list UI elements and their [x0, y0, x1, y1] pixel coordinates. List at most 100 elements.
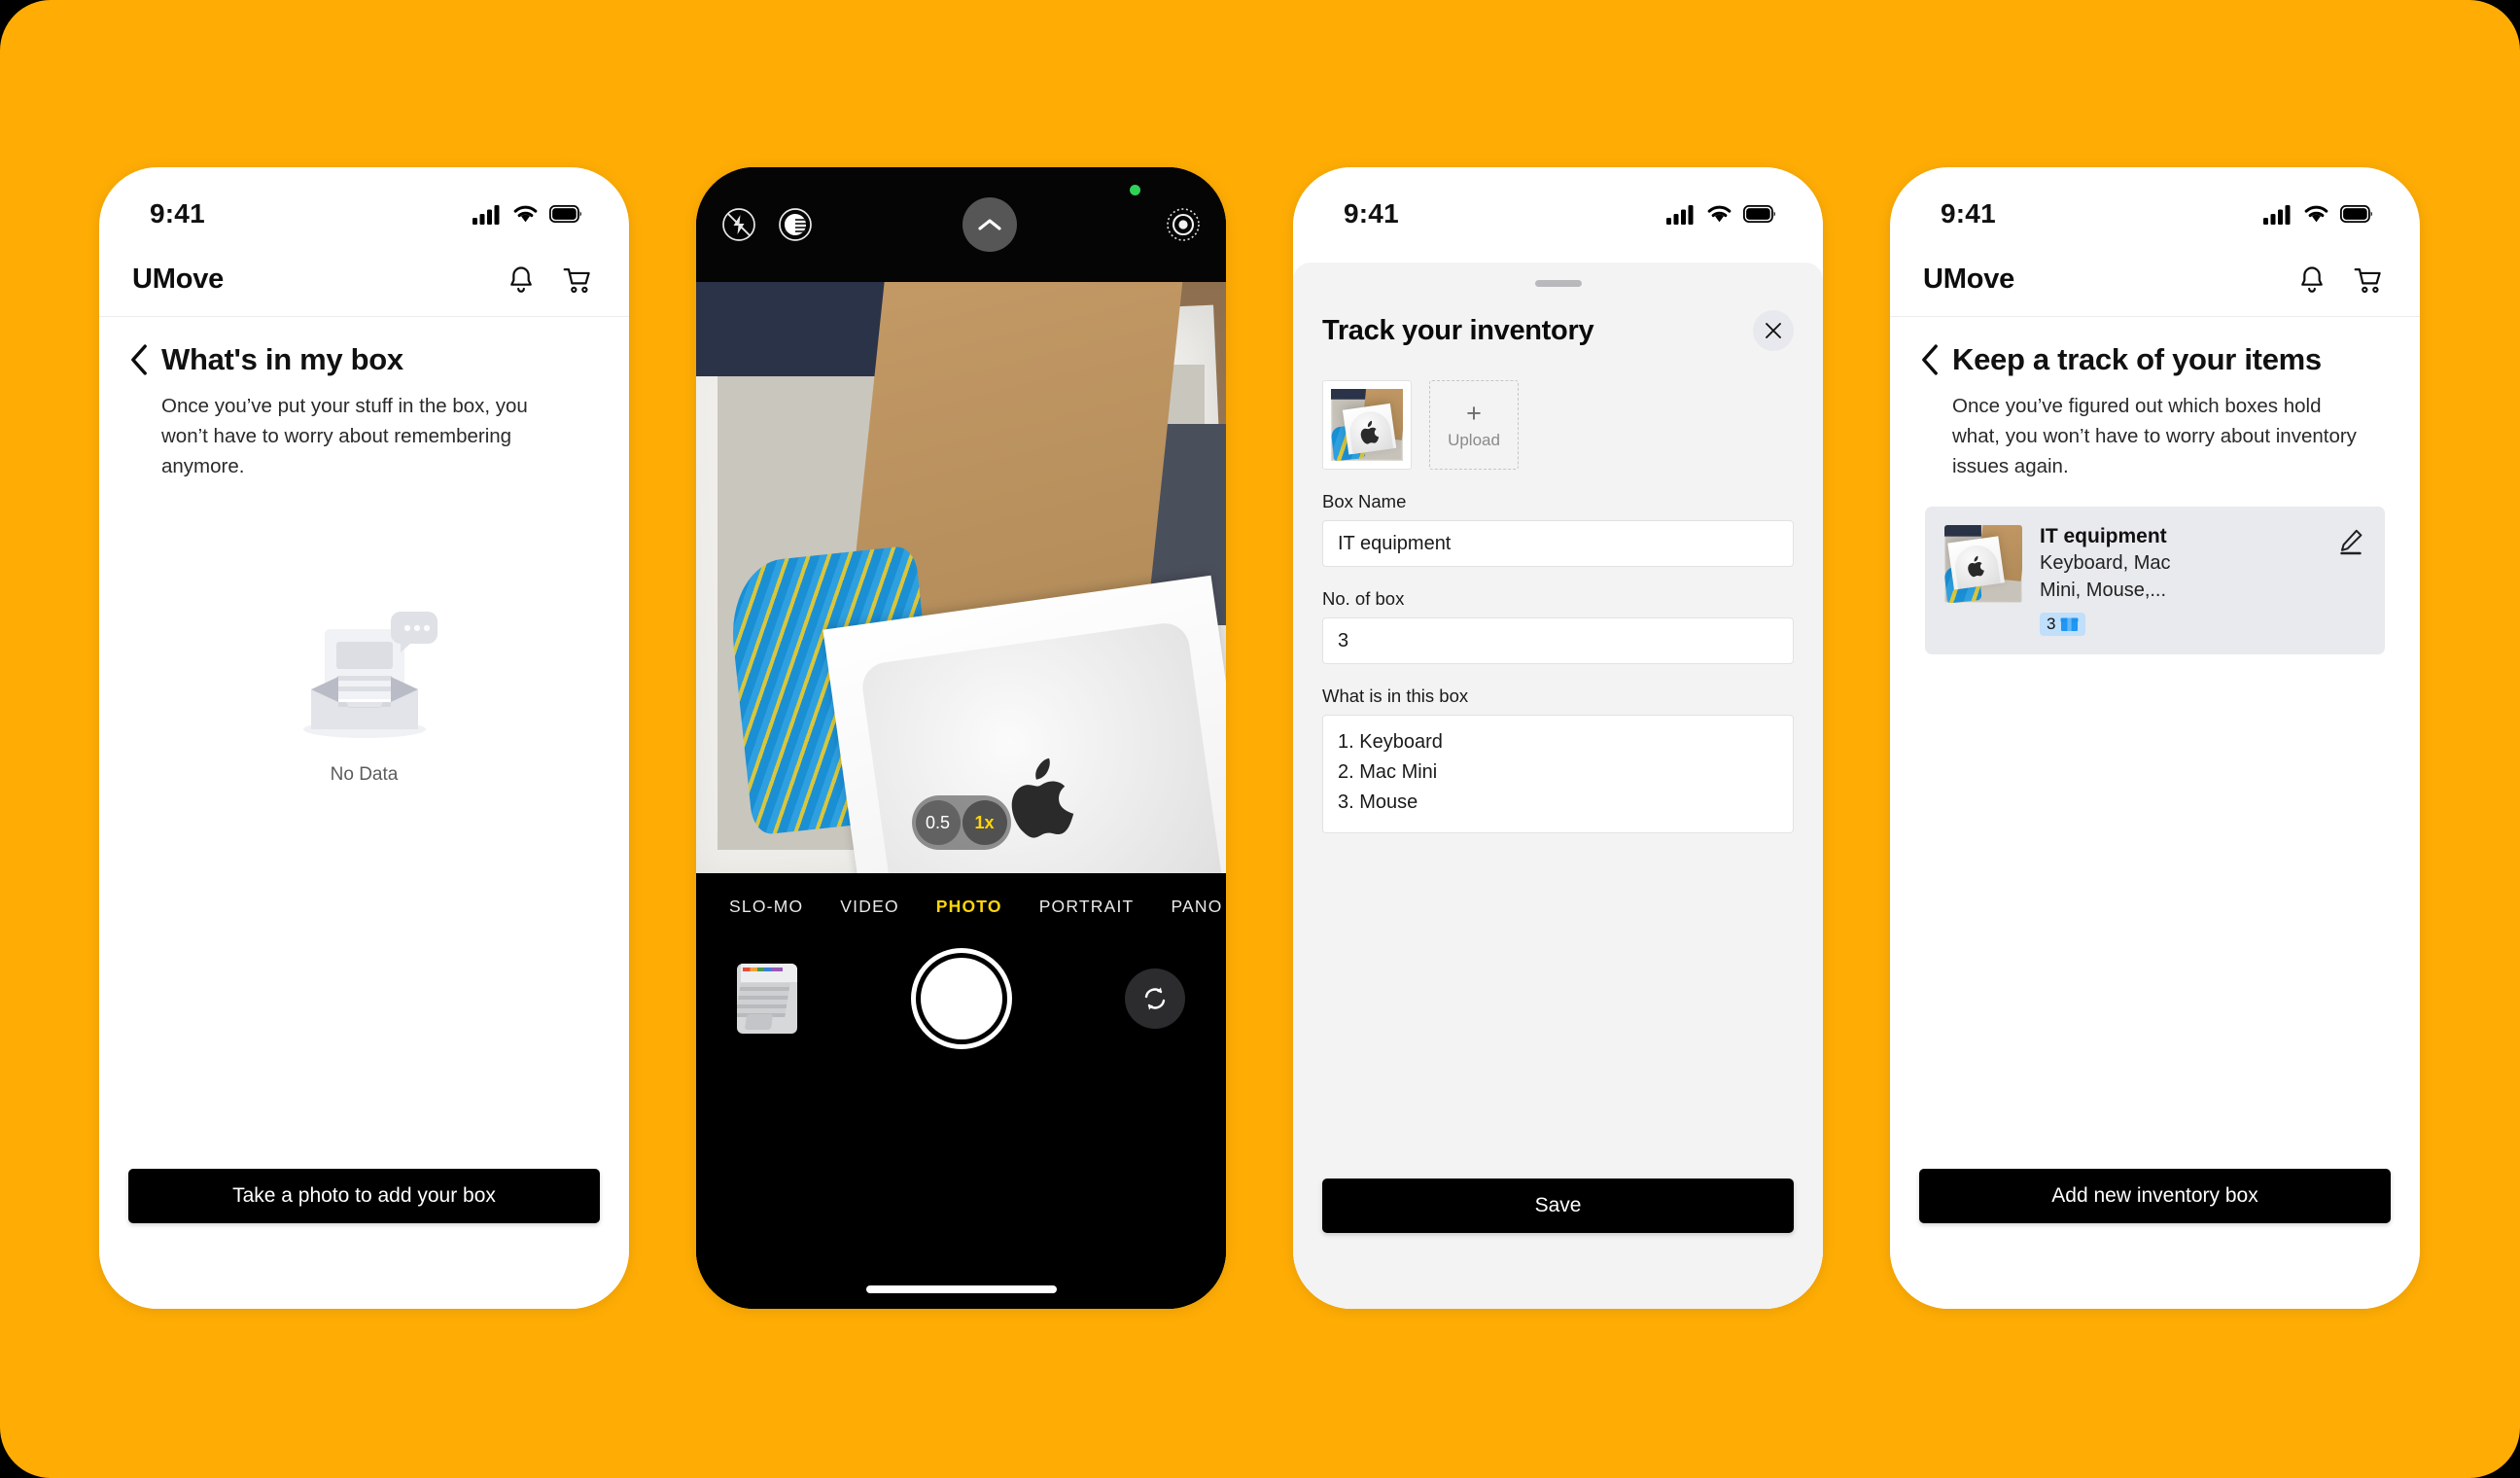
app-brand-umove: UMove [1923, 264, 2015, 295]
page-title: What's in my box [161, 342, 403, 376]
signal-bars-icon [472, 204, 500, 225]
page-subtitle: Once you’ve figured out which boxes hold… [1952, 395, 2357, 478]
status-bar-time: 9:41 [150, 198, 205, 229]
camera-mode-pano[interactable]: PANO [1171, 897, 1222, 917]
chevron-up-icon[interactable] [962, 197, 1017, 252]
bell-icon[interactable] [505, 264, 538, 297]
page-title: Keep a track of your items [1952, 342, 2322, 376]
status-bar-icons [472, 204, 582, 225]
no-of-box-label: No. of box [1322, 588, 1405, 609]
wifi-icon [1707, 205, 1732, 223]
zoom-level-control[interactable]: 0.5 1x [911, 795, 1011, 850]
box-name-field-group: Box Name [1322, 491, 1794, 567]
page-title-row: What's in my box [128, 342, 594, 377]
battery-full-icon [1743, 205, 1775, 223]
phone-screen-inventory-list: 9:41 UMove Keep a track of your items On… [1890, 167, 2420, 1309]
empty-state-label: No Data [330, 764, 399, 785]
live-photo-icon[interactable] [1162, 203, 1205, 246]
status-bar-time: 9:41 [1941, 198, 1996, 229]
badge-count: 3 [2047, 614, 2056, 633]
save-button[interactable]: Save [1322, 1179, 1794, 1233]
box-icon [2060, 617, 2079, 631]
apple-logo-icon [1360, 420, 1380, 444]
phone-screen-track-inventory: 9:41 Track your inventory + Upload Box N… [1293, 167, 1823, 1309]
page-subtitle: Once you’ve put your stuff in the box, y… [161, 395, 528, 478]
home-indicator [865, 1285, 1057, 1293]
apple-logo-icon [1967, 556, 1984, 578]
flash-off-icon[interactable] [718, 203, 760, 246]
box-contents-textarea[interactable]: 1. Keyboard 2. Mac Mini 3. Mouse [1322, 715, 1794, 833]
shopping-cart-icon[interactable] [561, 264, 594, 297]
chevron-left-icon[interactable] [1919, 343, 1941, 376]
battery-full-icon [2340, 205, 2372, 223]
no-of-box-field-group: No. of box [1322, 588, 1794, 664]
status-bar: 9:41 [1293, 167, 1823, 243]
list-item[interactable]: IT equipment Keyboard, Mac Mini, Mouse,.… [1925, 507, 2385, 654]
status-badge: 3 [2040, 612, 2086, 636]
box-name-input[interactable] [1322, 520, 1794, 567]
camera-flip-icon[interactable] [1125, 968, 1185, 1029]
sheet-grab-handle[interactable] [1534, 280, 1582, 287]
camera-mode-strip[interactable]: PSE SLO-MO VIDEO PHOTO PORTRAIT PANO [696, 873, 1226, 917]
shutter-button[interactable] [910, 948, 1012, 1049]
take-photo-button[interactable]: Take a photo to add your box [128, 1169, 600, 1223]
status-bar-icons [1666, 204, 1776, 225]
shopping-cart-icon[interactable] [2352, 264, 2385, 297]
box-contents-field-group: What is in this box 1. Keyboard 2. Mac M… [1322, 686, 1794, 838]
wifi-icon [513, 205, 538, 223]
bottom-sheet: Track your inventory + Upload Box Name I… [1293, 263, 1823, 1309]
box-contents-label: What is in this box [1322, 686, 1469, 706]
bell-icon[interactable] [2295, 264, 2328, 297]
header-actions [2295, 264, 2385, 297]
camera-mode-portrait[interactable]: PORTRAIT [1039, 897, 1135, 917]
night-mode-icon[interactable] [774, 203, 817, 246]
sheet-title: Track your inventory [1322, 314, 1594, 346]
signal-bars-icon [2263, 204, 2291, 225]
status-bar: 9:41 [1890, 167, 2420, 243]
upload-photo-button[interactable]: + Upload [1429, 380, 1519, 470]
status-bar-icons [2263, 204, 2373, 225]
empty-state: No Data [99, 605, 629, 786]
camera-ui: 0.5 1x PSE SLO-MO VIDEO PHOTO PORTRAIT P… [696, 167, 1226, 1309]
app-brand-umove: UMove [132, 264, 225, 295]
no-data-inbox-icon [302, 612, 438, 738]
wifi-icon [2304, 205, 2328, 223]
page-title-row: Keep a track of your items [1919, 342, 2385, 377]
camera-mode-slomo[interactable]: SLO-MO [729, 897, 803, 917]
status-bar-time: 9:41 [1344, 198, 1399, 229]
sheet-backdrop: 9:41 Track your inventory + Upload Box N… [1293, 167, 1823, 1309]
no-of-box-input[interactable] [1322, 617, 1794, 664]
chevron-left-icon[interactable] [128, 343, 150, 376]
phone-screen-camera: 0.5 1x PSE SLO-MO VIDEO PHOTO PORTRAIT P… [696, 167, 1226, 1309]
zoom-option-0[interactable]: 0.5 [915, 800, 961, 845]
zoom-option-1[interactable]: 1x [962, 800, 1007, 845]
list-item-body: IT equipment Keyboard, Mac Mini, Mouse,.… [2040, 525, 2317, 636]
poster-canvas: 9:41 UMove What's in my box Once you’ve … [0, 0, 2520, 1478]
gallery-thumbnail[interactable] [737, 964, 797, 1034]
camera-mode-photo[interactable]: PHOTO [936, 897, 1002, 917]
camera-mode-video[interactable]: VIDEO [840, 897, 898, 917]
box-photo-live-preview [696, 282, 1226, 873]
box-photo-thumbnail [1944, 525, 2022, 604]
list-item-description: Keyboard, Mac Mini, Mouse,... [2040, 552, 2171, 601]
signal-bars-icon [1666, 204, 1694, 225]
phone-screen-whats-in-my-box: 9:41 UMove What's in my box Once you’ve … [99, 167, 629, 1309]
add-inventory-box-button[interactable]: Add new inventory box [1919, 1169, 2391, 1223]
shutter-row [696, 917, 1226, 1049]
status-bar: 9:41 [99, 167, 629, 243]
green-privacy-dot [1130, 185, 1140, 195]
pencil-edit-icon[interactable] [2334, 525, 2367, 561]
apple-logo-icon [1010, 757, 1073, 838]
camera-top-controls [696, 167, 1226, 282]
battery-full-icon [549, 205, 581, 223]
page-body: Keep a track of your items Once you’ve f… [1890, 317, 2420, 1309]
box-photo-thumbnail[interactable] [1322, 380, 1412, 470]
close-x-icon[interactable] [1753, 310, 1794, 351]
app-header: UMove [1890, 243, 2420, 317]
header-actions [505, 264, 594, 297]
list-item-name: IT equipment [2040, 525, 2167, 548]
plus-icon: + [1466, 398, 1482, 428]
camera-bottom-bar: PSE SLO-MO VIDEO PHOTO PORTRAIT PANO [696, 873, 1226, 1309]
camera-viewfinder[interactable]: 0.5 1x [696, 282, 1226, 873]
page-body: What's in my box Once you’ve put your st… [99, 317, 629, 1309]
